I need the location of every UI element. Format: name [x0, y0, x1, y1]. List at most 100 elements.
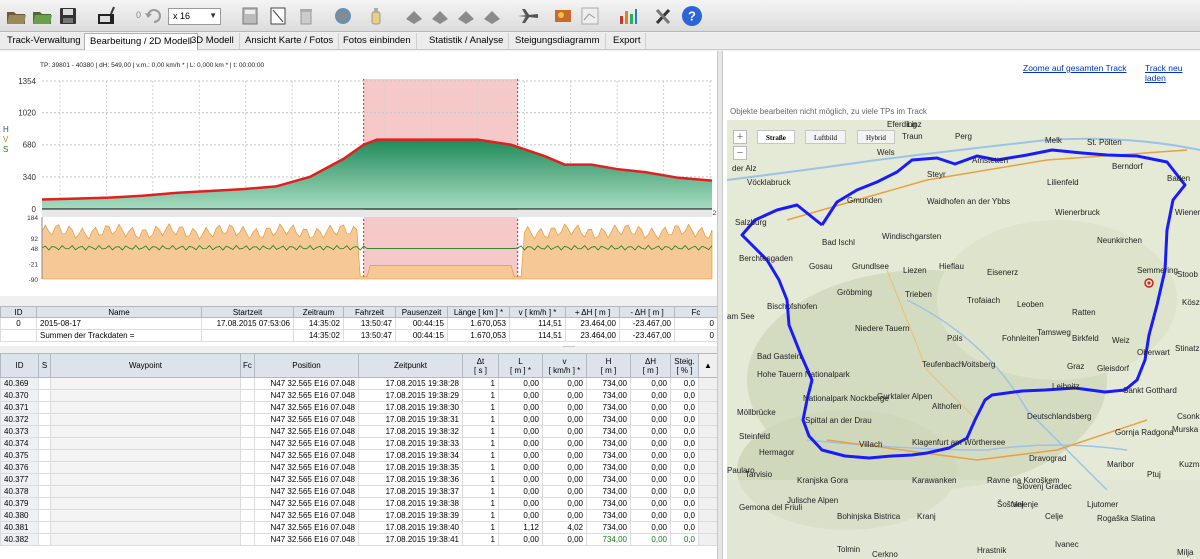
scrollbar-track[interactable]	[698, 389, 717, 402]
waypoint-row[interactable]: 40.370 N47 32.565 E16 07.048 17.08.2015 19…	[0, 389, 717, 402]
help-icon[interactable]: ?	[680, 4, 704, 28]
city-label: Windischgarsten	[882, 232, 942, 241]
tab-steigungsdiagramm[interactable]: Steigungsdiagramm	[510, 33, 606, 50]
tab-export[interactable]: Export	[608, 33, 647, 50]
scrollbar-track[interactable]	[698, 425, 717, 438]
undo-icon[interactable]	[143, 4, 163, 28]
tab-fotos-einbinden[interactable]: Fotos einbinden	[338, 33, 417, 50]
waypoint-row[interactable]: 40.373 N47 32.565 E16 07.048 17.08.2015 19…	[0, 425, 717, 438]
flag-red-icon[interactable]	[454, 4, 478, 28]
save-icon[interactable]	[56, 4, 80, 28]
waypoint-row[interactable]: 40.380 N47 32.565 E16 07.048 17.08.2015 19…	[0, 509, 717, 522]
waypoint-col-header[interactable]: ΔH [ m ]	[630, 353, 671, 378]
bottle-icon[interactable]	[364, 4, 388, 28]
waypoint-cell	[240, 509, 255, 522]
zoom-out-icon[interactable]: −	[733, 146, 747, 160]
plane-icon[interactable]	[516, 4, 540, 28]
waypoint-col-header[interactable]: Waypoint	[50, 353, 241, 378]
track-col-header[interactable]: Startzeit	[201, 306, 294, 318]
flag-green-icon[interactable]	[428, 4, 452, 28]
track-row[interactable]: 0 2015-08-17 17.08.2015 07:53:06 14:35:02 13…	[0, 317, 718, 330]
scrollbar-track[interactable]	[698, 461, 717, 474]
track-cell: 1.670,053	[447, 329, 510, 342]
track-row[interactable]: Summen der Trackdaten = 14:35:02 13:50:47 0…	[0, 329, 718, 342]
waypoint-row[interactable]: 40.382 N47 32.566 E16 07.048 17.08.2015 19…	[0, 533, 717, 546]
waypoint-col-header[interactable]: Position	[254, 353, 359, 378]
scrollbar-track[interactable]	[698, 497, 717, 510]
trash-icon[interactable]	[294, 4, 318, 28]
waypoint-col-header[interactable]: v [ km/h ] *	[542, 353, 587, 378]
scrollbar-track[interactable]	[698, 533, 717, 546]
zoom-to-track-link[interactable]: Zoome auf gesamten Track	[1023, 63, 1126, 73]
globe-icon[interactable]	[332, 4, 356, 28]
track-col-header[interactable]: Pausenzeit	[395, 306, 448, 318]
flag-blue-icon[interactable]	[402, 4, 426, 28]
document-icon[interactable]	[266, 4, 290, 28]
city-label: Linz	[907, 120, 922, 129]
waypoint-col-header[interactable]: Zeitpunkt	[358, 353, 463, 378]
track-col-header[interactable]: ID	[0, 306, 37, 318]
waypoint-col-header[interactable]: ID	[0, 353, 39, 378]
waypoint-col-header[interactable]: Steig. [ % ]	[670, 353, 699, 378]
tools-icon[interactable]	[652, 4, 676, 28]
y2-tick-label: 92	[31, 236, 39, 243]
scrollbar-track[interactable]	[698, 437, 717, 450]
edit-image-icon[interactable]	[552, 4, 576, 28]
scrollbar-track[interactable]	[698, 413, 717, 426]
scrollbar-track[interactable]	[698, 377, 717, 390]
waypoint-row[interactable]: 40.371 N47 32.565 E16 07.048 17.08.2015 19…	[0, 401, 717, 414]
waypoint-row[interactable]: 40.372 N47 32.565 E16 07.048 17.08.2015 19…	[0, 413, 717, 426]
tab-3d-modell[interactable]: 3D Modell	[186, 33, 240, 50]
waypoint-col-header[interactable]: L [ m ] *	[498, 353, 543, 378]
calculator-icon[interactable]	[238, 4, 262, 28]
waypoint-row[interactable]: 40.374 N47 32.565 E16 07.048 17.08.2015 19…	[0, 437, 717, 450]
scrollbar-track[interactable]	[698, 485, 717, 498]
zoom-in-icon[interactable]: +	[733, 130, 747, 144]
tab-ansicht-karte[interactable]: Ansicht Karte / Fotos	[240, 33, 340, 50]
scrollbar-track[interactable]	[698, 449, 717, 462]
map-type-hybrid[interactable]: Hybrid	[857, 130, 895, 144]
track-col-header[interactable]: - ΔH [ m ]	[619, 306, 675, 318]
scrollbar-track[interactable]	[698, 473, 717, 486]
waypoint-row[interactable]: 40.378 N47 32.565 E16 07.048 17.08.2015 19…	[0, 485, 717, 498]
elevation-chart[interactable]: 03406801020135411:07:3011:11:1511:1511:1…	[0, 51, 722, 286]
track-col-header[interactable]: Fc	[674, 306, 718, 318]
scrollbar-track[interactable]	[698, 509, 717, 522]
flag-orange-icon[interactable]	[480, 4, 504, 28]
bar-chart-icon[interactable]	[616, 4, 640, 28]
city-label: Spittal an der Drau	[805, 416, 872, 425]
reload-track-link[interactable]: Track neu laden	[1145, 63, 1200, 83]
waypoint-row[interactable]: 40.375 N47 32.565 E16 07.048 17.08.2015 19…	[0, 449, 717, 462]
graph-icon[interactable]	[578, 4, 602, 28]
track-col-header[interactable]: Fahrzeit	[343, 306, 396, 318]
waypoint-cell	[38, 473, 51, 486]
waypoint-col-header[interactable]: H [ m ]	[586, 353, 631, 378]
track-col-header[interactable]: + ΔH [ m ]	[565, 306, 620, 318]
elevation-chart-pane[interactable]: 03406801020135411:07:3011:11:1511:1511:1…	[0, 51, 722, 347]
waypoint-col-header[interactable]: S	[38, 353, 51, 378]
open-folder-green-icon[interactable]	[30, 4, 54, 28]
zoom-select[interactable]: x 16 ▼	[168, 8, 221, 25]
waypoint-row[interactable]: 40.381 N47 32.565 E16 07.048 17.08.2015 19…	[0, 521, 717, 534]
scrollbar-track[interactable]	[698, 401, 717, 414]
tab-track-verwaltung[interactable]: Track-Verwaltung	[2, 33, 87, 50]
map-type-strasse[interactable]: Straße	[757, 130, 795, 144]
waypoint-row[interactable]: 40.376 N47 32.565 E16 07.048 17.08.2015 19…	[0, 461, 717, 474]
track-col-header[interactable]: Zeitraum	[293, 306, 344, 318]
gps-device-icon[interactable]	[94, 4, 118, 28]
waypoint-row[interactable]: 40.369 N47 32.565 E16 07.048 17.08.2015 19…	[0, 377, 717, 390]
map-type-luftbild[interactable]: Luftbild	[805, 130, 846, 144]
scrollbar-track[interactable]	[698, 521, 717, 534]
waypoint-row[interactable]: 40.377 N47 32.565 E16 07.048 17.08.2015 19…	[0, 473, 717, 486]
open-folder-icon[interactable]	[4, 4, 28, 28]
tab-bearbeitung-2d[interactable]: Bearbeitung / 2D Modell	[84, 33, 198, 50]
waypoint-col-header[interactable]: Fc	[240, 353, 255, 378]
track-col-header[interactable]: v [ km/h ] *	[509, 306, 566, 318]
track-col-header[interactable]: Länge [ km ] *	[447, 306, 510, 318]
scroll-up-icon[interactable]: ▲	[698, 353, 717, 378]
map-view[interactable]: + − Straße Luftbild Hybrid Eferding Linz T…	[727, 120, 1200, 559]
track-col-header[interactable]: Name	[36, 306, 202, 318]
tab-statistik[interactable]: Statistik / Analyse	[424, 33, 510, 50]
waypoint-col-header[interactable]: Δt [ s ]	[462, 353, 499, 378]
waypoint-row[interactable]: 40.379 N47 32.565 E16 07.048 17.08.2015 19…	[0, 497, 717, 510]
